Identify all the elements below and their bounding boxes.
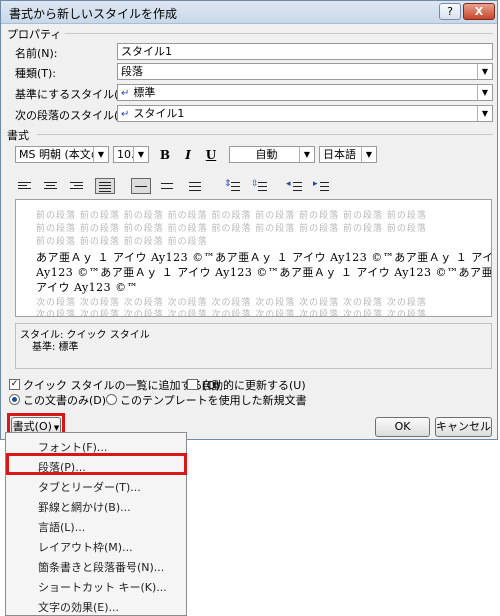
- this-document-only-radio[interactable]: [9, 394, 20, 405]
- chevron-down-icon[interactable]: ▼: [477, 85, 492, 100]
- properties-section-label: プロパティ: [7, 28, 62, 41]
- based-on-value: 標準: [133, 86, 156, 99]
- title-bar: 書式から新しいスタイルを作成 ? X: [1, 1, 497, 24]
- align-right-icon[interactable]: [67, 178, 87, 194]
- preview-previous-paragraph: 前の段落 前の段落 前の段落 前の段落: [36, 237, 208, 247]
- dialog-title: 書式から新しいスタイルを作成: [9, 7, 178, 21]
- next-style-value: スタイル1: [133, 107, 185, 120]
- increase-indent-icon[interactable]: ▸: [312, 178, 332, 194]
- add-to-quick-style-checkbox[interactable]: ✓: [9, 379, 20, 390]
- preview-previous-paragraph: 前の段落 前の段落 前の段落 前の段落 前の段落 前の段落 前の段落 前の段落 …: [36, 224, 427, 234]
- formatting-separator: [37, 134, 493, 135]
- preview-sample-text: あア亜Ａｙ １ アイウ Ay123 ©™あア亜Ａｙ １ アイウ Ay123 ©™…: [36, 251, 492, 264]
- double-spacing-icon[interactable]: [186, 178, 206, 194]
- single-spacing-icon[interactable]: [131, 178, 151, 194]
- cancel-button[interactable]: キャンセル: [435, 417, 492, 437]
- preview-previous-paragraph: 前の段落 前の段落 前の段落 前の段落 前の段落 前の段落 前の段落 前の段落 …: [36, 211, 427, 221]
- increase-paragraph-spacing-icon[interactable]: ⇕: [223, 178, 243, 194]
- preview-sample-text: Ay123 ©™あア亜Ａｙ １ アイウ Ay123 ©™あア亜Ａｙ １ アイウ …: [36, 266, 492, 279]
- type-dropdown[interactable]: 段落 ▼: [117, 63, 493, 80]
- new-documents-radio[interactable]: [106, 394, 117, 405]
- font-value: MS 明朝 (本文の: [19, 148, 102, 161]
- language-value: 日本語: [323, 148, 356, 161]
- align-left-icon[interactable]: [15, 178, 35, 194]
- ok-button[interactable]: OK: [375, 417, 430, 437]
- menu-item-shortcut[interactable]: ショートカット キー(K)...: [38, 579, 167, 595]
- style-description: スタイル: クイック スタイル 基準: 標準: [15, 323, 492, 369]
- highlight-frame: [6, 453, 187, 475]
- menu-item-borders[interactable]: 罫線と網かけ(B)...: [38, 499, 131, 515]
- name-value: スタイル1: [121, 45, 172, 58]
- auto-update-label: 自動的に更新する(U): [201, 379, 306, 392]
- menu-item-frame[interactable]: レイアウト枠(M)...: [38, 539, 133, 555]
- new-style-dialog: 書式から新しいスタイルを作成 ? X プロパティ 名前(N): スタイル1 種類…: [0, 0, 498, 440]
- font-size-combo[interactable]: 10.5 ▼: [113, 146, 149, 163]
- formatting-section-label: 書式: [7, 129, 29, 142]
- chevron-down-icon[interactable]: ▼: [93, 147, 108, 162]
- properties-separator: [65, 33, 493, 34]
- font-color-value: 自動: [255, 148, 278, 161]
- name-label: 名前(N):: [15, 47, 58, 60]
- help-button[interactable]: ?: [439, 3, 461, 20]
- name-input[interactable]: スタイル1: [117, 43, 493, 60]
- auto-update-checkbox[interactable]: [187, 379, 198, 390]
- this-document-only-label: この文書のみ(D): [23, 394, 107, 407]
- type-label: 種類(T):: [15, 67, 57, 80]
- menu-item-language[interactable]: 言語(L)...: [38, 519, 85, 535]
- type-value: 段落: [121, 65, 143, 78]
- font-combo[interactable]: MS 明朝 (本文の ▼: [15, 146, 109, 163]
- underline-button[interactable]: U: [203, 147, 219, 163]
- chevron-down-icon[interactable]: ▼: [477, 64, 492, 79]
- style-preview: 前の段落 前の段落 前の段落 前の段落 前の段落 前の段落 前の段落 前の段落 …: [15, 199, 492, 317]
- decrease-paragraph-spacing-icon[interactable]: ⇳: [250, 178, 270, 194]
- align-center-icon[interactable]: [41, 178, 61, 194]
- menu-item-numbering[interactable]: 箇条書きと段落番号(N)...: [38, 559, 164, 575]
- decrease-indent-icon[interactable]: ◂: [285, 178, 305, 194]
- language-combo[interactable]: 日本語 ▼: [319, 146, 377, 163]
- next-style-dropdown[interactable]: ↵ スタイル1 ▼: [117, 105, 493, 122]
- font-color-combo[interactable]: 自動 ▼: [229, 146, 315, 163]
- close-button[interactable]: X: [463, 3, 495, 20]
- paragraph-mark-icon: ↵: [121, 109, 130, 120]
- chevron-down-icon[interactable]: ▼: [299, 147, 314, 162]
- bold-button[interactable]: B: [157, 147, 173, 163]
- chevron-down-icon[interactable]: ▼: [133, 147, 148, 162]
- chevron-down-icon[interactable]: ▼: [361, 147, 376, 162]
- new-documents-label: このテンプレートを使用した新規文書: [120, 394, 307, 407]
- menu-item-tabs[interactable]: タブとリーダー(T)...: [38, 479, 141, 495]
- preview-next-paragraph: 次の段落 次の段落 次の段落 次の段落 次の段落 次の段落 次の段落 次の段落 …: [36, 310, 427, 317]
- paragraph-mark-icon: ↵: [121, 88, 130, 99]
- italic-button[interactable]: I: [180, 147, 196, 163]
- chevron-down-icon[interactable]: ▼: [477, 106, 492, 121]
- align-justify-icon[interactable]: [95, 178, 115, 194]
- based-on-dropdown[interactable]: ↵ 標準 ▼: [117, 84, 493, 101]
- next-style-label: 次の段落のスタイル(S):: [15, 109, 134, 122]
- preview-sample-text: アイウ Ay123 ©™: [36, 281, 139, 294]
- description-line-2: 基準: 標準: [32, 342, 79, 353]
- one-half-spacing-icon[interactable]: [158, 178, 178, 194]
- menu-item-text-effects[interactable]: 文字の効果(E)...: [38, 599, 119, 615]
